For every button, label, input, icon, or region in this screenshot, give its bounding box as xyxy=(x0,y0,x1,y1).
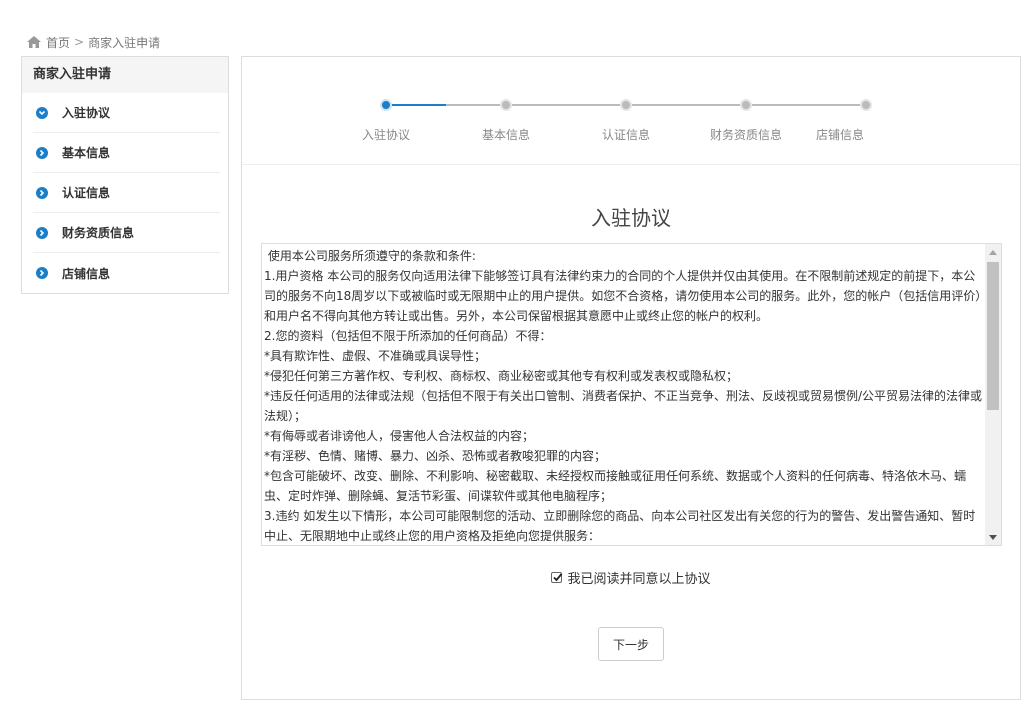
step-label-1: 入驻协议 xyxy=(361,128,411,142)
sidebar-item-store-info[interactable]: 店铺信息 xyxy=(33,253,220,293)
main-panel: 入驻协议 基本信息 认证信息 财务资质信息 店铺信息 入驻协议 使用本公司服务所… xyxy=(241,56,1021,700)
chevron-right-circle-icon xyxy=(36,267,48,279)
progress-steps: 入驻协议 基本信息 认证信息 财务资质信息 店铺信息 xyxy=(242,57,1020,165)
chevron-right-circle-icon xyxy=(36,186,48,199)
sidebar-item-basic-info[interactable]: 基本信息 xyxy=(33,133,220,173)
step-label-4: 财务资质信息 xyxy=(709,128,783,142)
sidebar-item-label: 财务资质信息 xyxy=(62,226,135,240)
next-step-button[interactable]: 下一步 xyxy=(598,627,664,661)
agreement-textbox[interactable]: 使用本公司服务所须遵守的条款和条件: 1.用户资格 本公司的服务仅向适用法律下能… xyxy=(261,243,1002,546)
step-dot-3 xyxy=(620,99,632,111)
sidebar-item-agreement[interactable]: 入驻协议 xyxy=(33,93,220,133)
agreement-line: *有侮辱或者诽谤他人，侵害他人合法权益的内容； xyxy=(264,429,535,443)
step-dot-2 xyxy=(500,99,512,111)
sidebar-item-finance-info[interactable]: 财务资质信息 xyxy=(33,213,220,253)
scroll-up-arrow-icon[interactable] xyxy=(985,244,1001,260)
agreement-line: *包含可能破坏、改变、删除、不利影响、秘密截取、未经授权而接触或征用任何系统、数… xyxy=(264,469,967,503)
sidebar-item-label: 入驻协议 xyxy=(62,106,111,120)
scroll-down-arrow-icon[interactable] xyxy=(985,529,1001,545)
agree-checkbox-row[interactable]: 我已阅读并同意以上协议 xyxy=(242,568,1020,587)
sidebar-item-label: 基本信息 xyxy=(62,146,111,160)
agree-label[interactable]: 我已阅读并同意以上协议 xyxy=(567,568,710,587)
breadcrumb-current: 商家入驻申请 xyxy=(88,35,161,50)
agreement-line: 3.违约 如发生以下情形，本公司可能限制您的活动、立即删除您的商品、向本公司社区… xyxy=(264,509,976,543)
chevron-right-circle-icon xyxy=(36,226,48,239)
agreement-line: 2.您的资料（包括但不限于所添加的任何商品）不得： xyxy=(264,329,552,343)
step-track-active xyxy=(386,104,446,106)
chevron-right-circle-icon xyxy=(36,146,48,159)
sidebar-item-label: 店铺信息 xyxy=(62,266,111,281)
scrollbar-thumb[interactable] xyxy=(987,262,999,410)
agreement-line: 使用本公司服务所须遵守的条款和条件: xyxy=(264,249,476,263)
agreement-text: 使用本公司服务所须遵守的条款和条件: 1.用户资格 本公司的服务仅向适用法律下能… xyxy=(262,244,985,545)
agreement-scrollbar[interactable] xyxy=(985,244,1001,545)
agreement-line: 1.用户资格 本公司的服务仅向适用法律下能够签订具有法律约束力的合同的个人提供并… xyxy=(264,269,982,323)
agreement-title: 入驻协议 xyxy=(591,206,671,230)
breadcrumb-home-link[interactable]: 首页 xyxy=(46,34,70,51)
step-label-2: 基本信息 xyxy=(481,128,531,142)
step-dot-1 xyxy=(380,99,392,111)
breadcrumb-separator: > xyxy=(74,35,85,49)
breadcrumb: 首页 > 商家入驻申请 xyxy=(27,34,160,50)
step-dot-5 xyxy=(860,99,872,111)
agreement-line: *侵犯任何第三方著作权、专利权、商标权、商业秘密或其他专有权利或发表权或隐私权； xyxy=(264,369,739,383)
agreement-line: *违反任何适用的法律或法规（包括但不限于有关出口管制、消费者保护、不正当竞争、刑… xyxy=(264,389,983,423)
home-icon[interactable] xyxy=(27,36,41,48)
agreement-line: *具有欺诈性、虚假、不准确或具误导性； xyxy=(264,349,487,363)
step-label-5: 店铺信息 xyxy=(815,128,865,142)
agreement-line: *有淫秽、色情、赌博、暴力、凶杀、恐怖或者教唆犯罪的内容； xyxy=(264,449,607,463)
chevron-down-circle-icon xyxy=(36,106,48,119)
step-label-3: 认证信息 xyxy=(601,128,651,142)
step-dot-4 xyxy=(740,99,752,111)
sidebar-item-certification-info[interactable]: 认证信息 xyxy=(33,173,220,213)
sidebar: 商家入驻申请 入驻协议 基本信息 认证信息 财务资质信息 店铺信息 xyxy=(21,56,229,294)
agree-checkbox[interactable] xyxy=(551,572,563,583)
sidebar-item-label: 认证信息 xyxy=(62,186,111,200)
sidebar-title: 商家入驻申请 xyxy=(22,57,228,93)
